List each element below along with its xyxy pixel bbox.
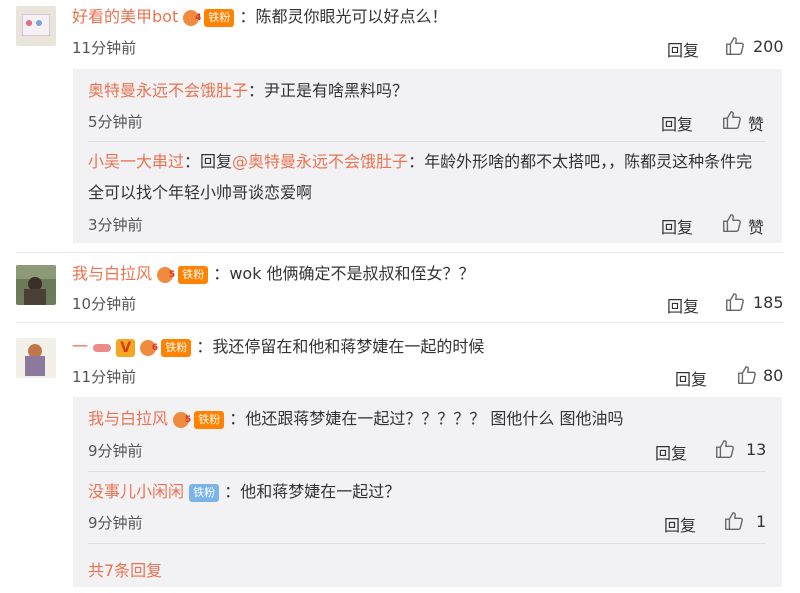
reply-text: 他和蒋梦婕在一起过？ xyxy=(240,482,401,501)
fan-badge: 铁粉 xyxy=(204,8,235,27)
comment-text: wok 他俩确定不是叔叔和侄女？？ xyxy=(229,264,475,283)
fan-badge: 铁粉 xyxy=(178,265,209,284)
sub-reply: 小吴一大串过：回复@奥特曼永远不会饿肚子：年龄外形啥的都不太搭吧，，陈都灵这种条… xyxy=(88,152,753,171)
reply-button[interactable]: 回复 xyxy=(667,293,699,317)
divider xyxy=(16,322,784,323)
username[interactable]: 小吴一大串过 xyxy=(88,152,184,171)
reply-button[interactable]: 回复 xyxy=(667,37,699,61)
like-count: 80 xyxy=(763,366,784,385)
username[interactable]: 奥特曼永远不会饿肚子 xyxy=(88,81,248,100)
like-icon[interactable] xyxy=(721,109,743,131)
sub-reply: 我与白拉风 5 铁粉 ：他还跟蒋梦婕在一起过？？？？？ 图他什么 图他油吗 xyxy=(88,409,624,429)
comment-header: 一 V 6 铁粉 ：我还停留在和他和蒋梦婕在一起的时候 xyxy=(72,337,485,357)
divider xyxy=(88,543,766,544)
divider xyxy=(88,471,766,472)
fan-level-icon: 4 xyxy=(183,9,201,26)
timestamp: 11分钟前 xyxy=(72,368,137,386)
fan-level-icon: 6 xyxy=(140,339,158,356)
fan-badge: 铁粉 xyxy=(194,410,225,429)
like-label[interactable]: 赞 xyxy=(748,111,764,135)
timestamp: 9分钟前 xyxy=(88,442,143,460)
timestamp: 9分钟前 xyxy=(88,514,143,532)
reply-button[interactable]: 回复 xyxy=(675,366,707,390)
divider xyxy=(16,252,784,253)
like-icon[interactable] xyxy=(724,35,746,57)
reply-button[interactable]: 回复 xyxy=(664,512,696,536)
like-icon[interactable] xyxy=(723,510,745,532)
timestamp: 11分钟前 xyxy=(72,39,137,57)
comment-header: 我与白拉风 5 铁粉 ：wok 他俩确定不是叔叔和侄女？？ xyxy=(72,264,475,284)
username[interactable]: 一 xyxy=(72,337,88,356)
fan-badge: 铁粉 xyxy=(161,338,192,357)
mention-link[interactable]: @奥特曼永远不会饿肚子 xyxy=(232,152,408,171)
reply-text: 他还跟蒋梦婕在一起过？？？？？ 图他什么 图他油吗 xyxy=(245,409,624,428)
fan-level-icon: 5 xyxy=(173,411,191,428)
like-count: 200 xyxy=(753,37,784,56)
avatar[interactable] xyxy=(16,6,56,46)
like-label[interactable]: 赞 xyxy=(748,214,764,238)
comment-text: 我还停留在和他和蒋梦婕在一起的时候 xyxy=(212,337,485,356)
fan-level-icon: 5 xyxy=(157,266,175,283)
timestamp: 5分钟前 xyxy=(88,113,143,131)
reply-text-continued: 全可以找个年轻小帅哥谈恋爱啊 xyxy=(88,183,313,202)
comment-text: 陈都灵你眼光可以好点么！ xyxy=(255,7,448,26)
view-more-replies-link[interactable]: 共7条回复 xyxy=(88,557,162,581)
like-icon[interactable] xyxy=(736,364,758,386)
like-icon[interactable] xyxy=(724,291,746,313)
reply-prefix: 回复 xyxy=(200,152,233,171)
reply-button[interactable]: 回复 xyxy=(661,214,693,238)
fan-badge: 铁粉 xyxy=(189,483,220,502)
like-icon[interactable] xyxy=(721,212,743,234)
username[interactable]: 好看的美甲bot xyxy=(72,7,178,26)
verified-badge: V xyxy=(116,338,136,357)
timestamp: 3分钟前 xyxy=(88,216,143,234)
reply-text: 尹正是有啥黑料吗？ xyxy=(264,81,409,100)
reply-text: 年龄外形啥的都不太搭吧，，陈都灵这种条件完 xyxy=(424,152,753,171)
sub-reply: 没事儿小闲闲 铁粉 ：他和蒋梦婕在一起过？ xyxy=(88,482,401,502)
timestamp: 10分钟前 xyxy=(72,295,137,313)
divider xyxy=(88,141,766,142)
avatar[interactable] xyxy=(16,265,56,305)
redacted-mark xyxy=(93,343,112,352)
username[interactable]: 我与白拉风 xyxy=(88,409,168,428)
username[interactable]: 我与白拉风 xyxy=(72,264,152,283)
username[interactable]: 没事儿小闲闲 xyxy=(88,482,184,501)
comment-header: 好看的美甲bot 4 铁粉 ：陈都灵你眼光可以好点么！ xyxy=(72,7,448,27)
like-count: 13 xyxy=(746,440,767,459)
like-count: 185 xyxy=(753,293,784,312)
avatar[interactable] xyxy=(16,338,56,378)
sub-reply: 奥特曼永远不会饿肚子：尹正是有啥黑料吗？ xyxy=(88,81,409,100)
reply-button[interactable]: 回复 xyxy=(655,440,687,464)
like-icon[interactable] xyxy=(714,438,736,460)
like-count: 1 xyxy=(756,512,767,531)
reply-button[interactable]: 回复 xyxy=(661,111,693,135)
